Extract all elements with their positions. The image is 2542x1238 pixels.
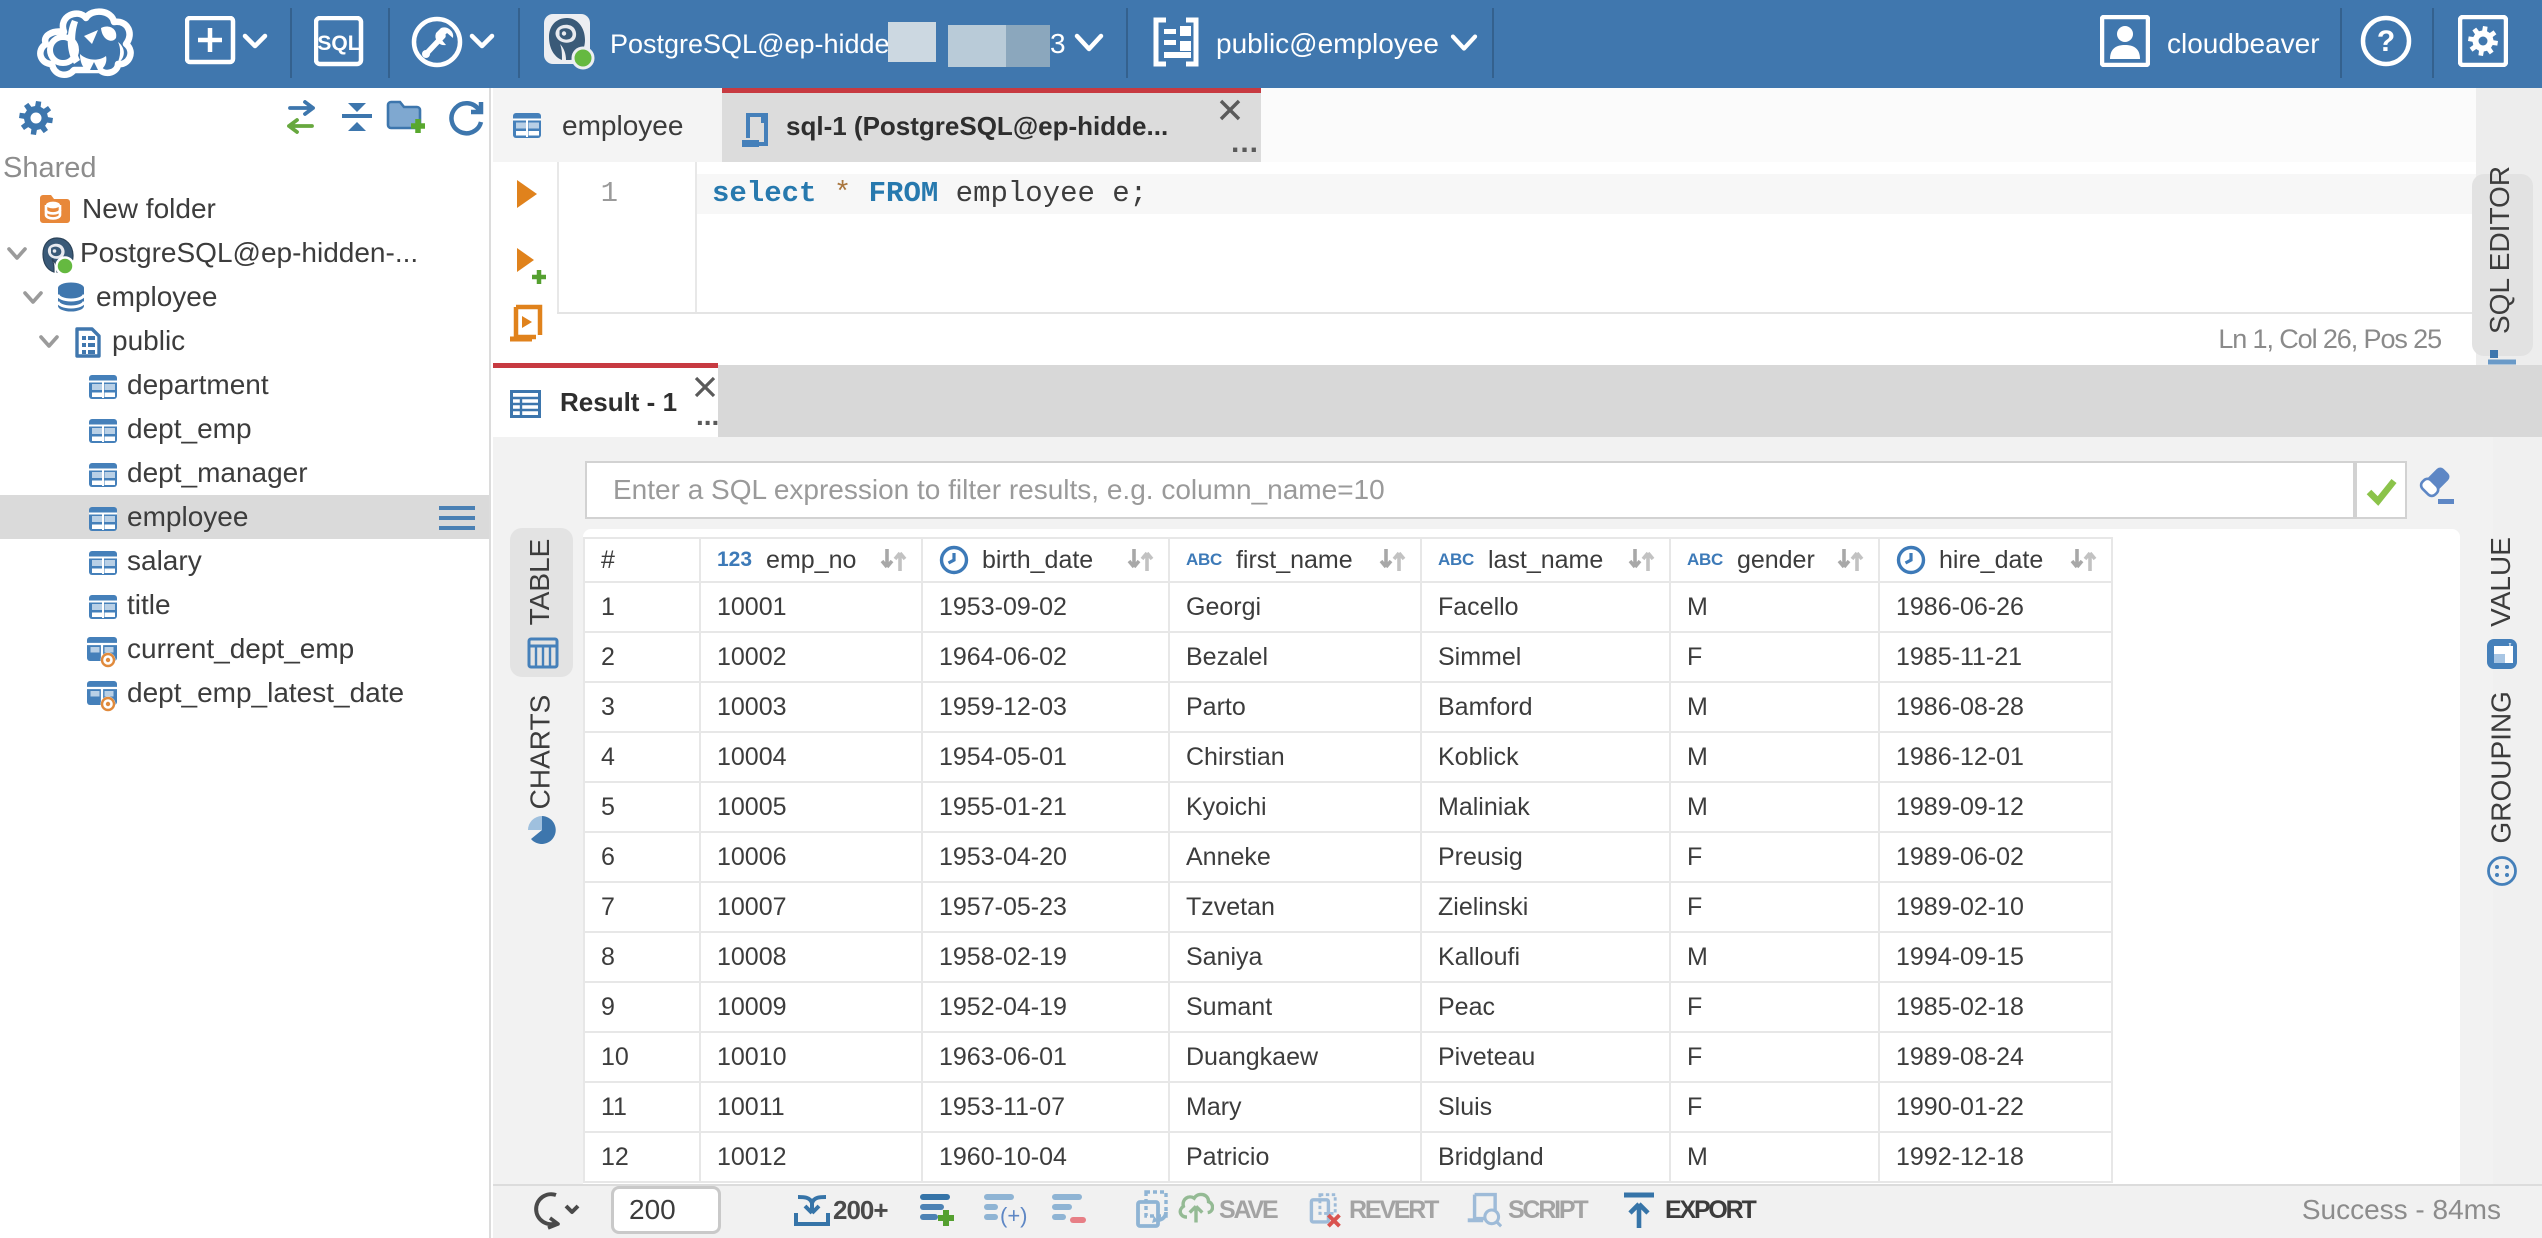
- svg-text:I: I: [2508, 641, 2512, 653]
- svg-text:?: ?: [2377, 25, 2395, 58]
- svg-text:SQL: SQL: [317, 32, 360, 55]
- svg-text:(+): (+): [1000, 1203, 1028, 1228]
